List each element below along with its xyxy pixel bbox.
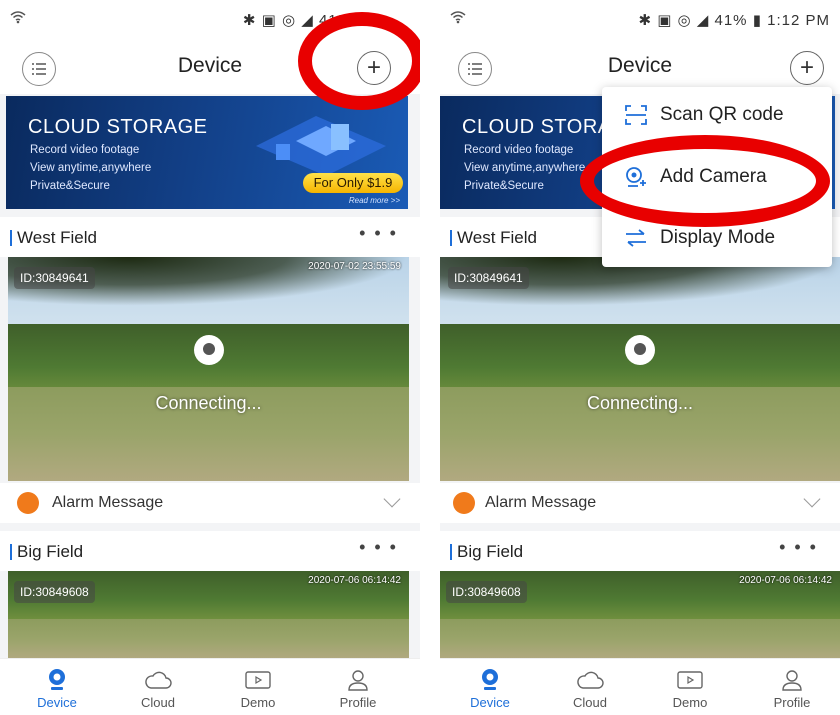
accent-bar [10, 544, 12, 560]
camera-name: West Field [17, 228, 97, 247]
tab-device[interactable]: Device [450, 665, 530, 710]
highlight-ring [580, 135, 830, 227]
alarm-label: Alarm Message [52, 494, 164, 511]
camera-header-big-field: Big Field • • • [440, 531, 840, 571]
menu-item-scan-qr-code[interactable]: Scan QR code [622, 95, 784, 135]
connection-status: Connecting... [586, 393, 694, 413]
status-bar: ✱ ▣ ◎ ◢ 41% ▮ 1:12 PM [440, 0, 840, 42]
banner-line: View anytime,anywhere [464, 162, 586, 174]
highlight-ring [298, 12, 420, 110]
camera-timestamp: 2020-07-06 06:14:42 [308, 575, 401, 586]
accent-bar [450, 230, 452, 246]
page-title: Device [607, 54, 673, 77]
tab-label: Demo [672, 695, 708, 710]
menu-item-label: Display Mode [660, 227, 776, 248]
camera-name: West Field [457, 228, 537, 247]
camera-id: ID:30849608 [446, 581, 527, 603]
tab-label: Demo [240, 695, 276, 710]
accent-bar [10, 230, 12, 246]
battery-level: 41% [714, 12, 748, 29]
add-button[interactable]: + [790, 51, 824, 85]
camera-name: Big Field [17, 542, 84, 561]
device-icon [450, 665, 530, 695]
camera-feed-west-field[interactable]: ID:30849641 Connecting... [440, 257, 840, 481]
camera-name: Big Field [457, 542, 524, 561]
tab-label: Cloud [573, 695, 607, 710]
banner-line: Record video footage [30, 144, 140, 156]
banner-line: View anytime,anywhere [30, 162, 152, 174]
camera-feed-west-field[interactable]: ID:30849641 2020-07-02 23:55:59 Connecti… [8, 257, 409, 481]
cloud-storage-banner[interactable]: CLOUD STORAGE Record video footage View … [6, 96, 408, 209]
play-icon [650, 665, 730, 695]
camera-id: ID:30849641 [14, 267, 95, 289]
camera-feed-big-field[interactable]: ID:30849608 2020-07-06 06:14:42 [8, 571, 409, 659]
tab-cloud[interactable]: Cloud [550, 665, 630, 710]
left-screen: ✱ ▣ ◎ ◢ 41% Device + CLOUD STORAGE Recor… [0, 0, 420, 715]
more-options-button[interactable]: • • • [359, 537, 398, 558]
cloud-icon [118, 665, 198, 695]
tab-cloud[interactable]: Cloud [118, 665, 198, 710]
alarm-icon [453, 492, 475, 514]
device-icon [17, 665, 97, 695]
tab-demo[interactable]: Demo [650, 665, 730, 710]
more-options-button[interactable]: • • • [779, 537, 818, 558]
tab-demo[interactable]: Demo [218, 665, 298, 710]
status-icons: ✱ ▣ ◎ ◢ 41% ▮ 1:12 PM [638, 12, 830, 29]
plus-icon: + [799, 54, 814, 81]
bottom-tab-bar: Device Cloud Demo Profile [440, 658, 840, 715]
chevron-down-icon [383, 490, 401, 508]
tab-device[interactable]: Device [17, 665, 97, 710]
camera-id: ID:30849641 [448, 267, 529, 289]
connection-status: Connecting... [155, 393, 262, 413]
banner-line: Record video footage [464, 144, 574, 156]
tab-label: Device [470, 695, 510, 710]
cloud-icon [550, 665, 630, 695]
wifi-icon [450, 10, 466, 28]
camera-app-icon [625, 335, 655, 365]
more-options-button[interactable]: • • • [359, 223, 398, 244]
panel-divider [420, 0, 440, 715]
tab-label: Cloud [141, 695, 175, 710]
bottom-tab-bar: Device Cloud Demo Profile [0, 658, 420, 715]
alarm-message-row[interactable]: Alarm Message [0, 483, 420, 523]
scan-icon [622, 105, 650, 125]
camera-id: ID:30849608 [14, 581, 95, 603]
tab-label: Device [37, 695, 77, 710]
alarm-message-row[interactable]: Alarm Message [440, 483, 840, 523]
wifi-icon [10, 10, 26, 28]
tab-label: Profile [773, 695, 811, 710]
swap-icon [622, 229, 650, 247]
menu-item-label: Scan QR code [660, 104, 784, 125]
camera-app-icon [194, 335, 224, 365]
alarm-icon [17, 492, 39, 514]
tab-profile[interactable]: Profile [318, 665, 398, 710]
camera-feed-big-field[interactable]: ID:30849608 2020-07-06 06:14:42 [440, 571, 840, 659]
server-illustration-icon [256, 116, 386, 176]
read-more-link[interactable]: Read more >> [349, 196, 400, 205]
profile-icon [318, 665, 398, 695]
alarm-label: Alarm Message [485, 494, 597, 511]
banner-line: Private&Secure [464, 180, 544, 192]
camera-timestamp: 2020-07-06 06:14:42 [739, 575, 832, 586]
clock: 1:12 PM [767, 12, 830, 29]
camera-timestamp: 2020-07-02 23:55:59 [308, 261, 401, 272]
tab-label: Profile [339, 695, 377, 710]
accent-bar [450, 544, 452, 560]
banner-title: CLOUD STORAGE [28, 116, 208, 138]
camera-header-west-field: West Field • • • [0, 217, 420, 257]
chevron-down-icon [803, 490, 821, 508]
banner-line: Private&Secure [30, 180, 110, 192]
play-icon [218, 665, 298, 695]
tab-profile[interactable]: Profile [752, 665, 832, 710]
price-badge: For Only $1.9 [303, 173, 403, 193]
profile-icon [752, 665, 832, 695]
camera-header-big-field: Big Field • • • [0, 531, 420, 571]
